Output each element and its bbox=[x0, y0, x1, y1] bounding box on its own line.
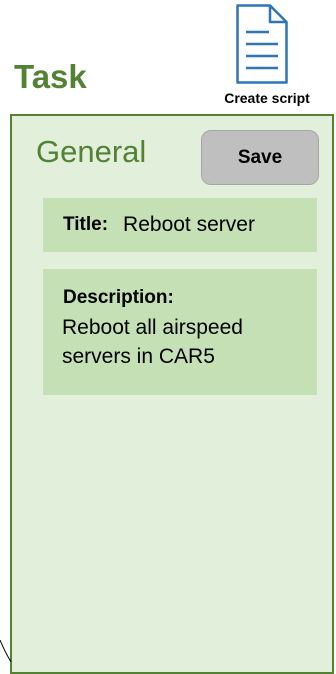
title-value[interactable]: Reboot server bbox=[123, 213, 255, 237]
description-label: Description: bbox=[63, 287, 174, 308]
page-title: Task bbox=[14, 58, 87, 95]
title-label: Title: bbox=[63, 214, 109, 235]
create-script-button[interactable]: Create script bbox=[211, 4, 323, 108]
title-field[interactable]: Title: Reboot server bbox=[43, 198, 317, 252]
description-field[interactable]: Description: Reboot all airspeed servers… bbox=[43, 269, 317, 395]
panel-heading: General bbox=[36, 134, 147, 169]
document-icon bbox=[236, 4, 288, 84]
create-script-label: Create script bbox=[224, 90, 310, 106]
save-button[interactable]: Save bbox=[201, 130, 319, 185]
description-value[interactable]: Reboot all airspeed servers in CAR5 bbox=[62, 314, 302, 371]
general-panel: General Save Title: Reboot server Descri… bbox=[10, 114, 334, 674]
corner-curve-decoration bbox=[0, 640, 12, 662]
